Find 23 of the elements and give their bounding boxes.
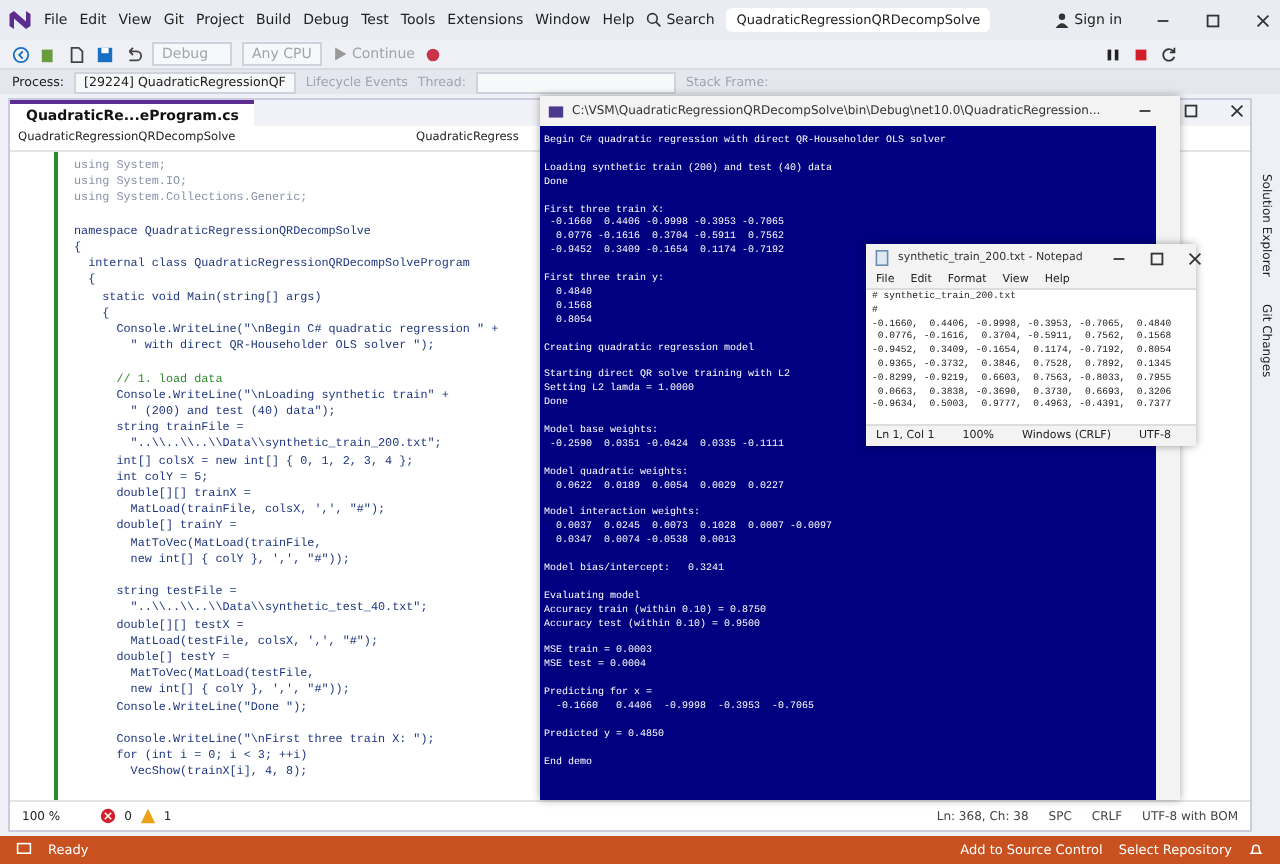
notepad-icon (874, 250, 890, 266)
restart-icon[interactable] (1160, 45, 1178, 63)
app-logo-icon (8, 8, 32, 32)
stop-icon[interactable] (1132, 45, 1150, 63)
back-icon[interactable] (12, 45, 30, 63)
console-icon (548, 103, 564, 119)
close-icon[interactable] (1186, 249, 1205, 267)
bell-icon[interactable] (1248, 842, 1264, 858)
person-icon (1054, 12, 1071, 28)
play-icon (332, 46, 348, 62)
close-icon[interactable] (1254, 11, 1272, 29)
undo-icon[interactable] (124, 45, 142, 63)
error-icon (100, 808, 117, 824)
pause-icon[interactable] (1104, 45, 1122, 63)
maximize-icon[interactable] (1182, 102, 1201, 120)
warning-icon (139, 808, 156, 824)
search-icon (646, 12, 663, 28)
output-icon (16, 842, 32, 858)
file-icon[interactable] (68, 45, 86, 63)
maximize-icon[interactable] (1204, 11, 1222, 29)
maximize-icon[interactable] (1148, 249, 1167, 267)
close-icon[interactable] (1228, 102, 1247, 120)
save-icon[interactable] (96, 45, 114, 63)
